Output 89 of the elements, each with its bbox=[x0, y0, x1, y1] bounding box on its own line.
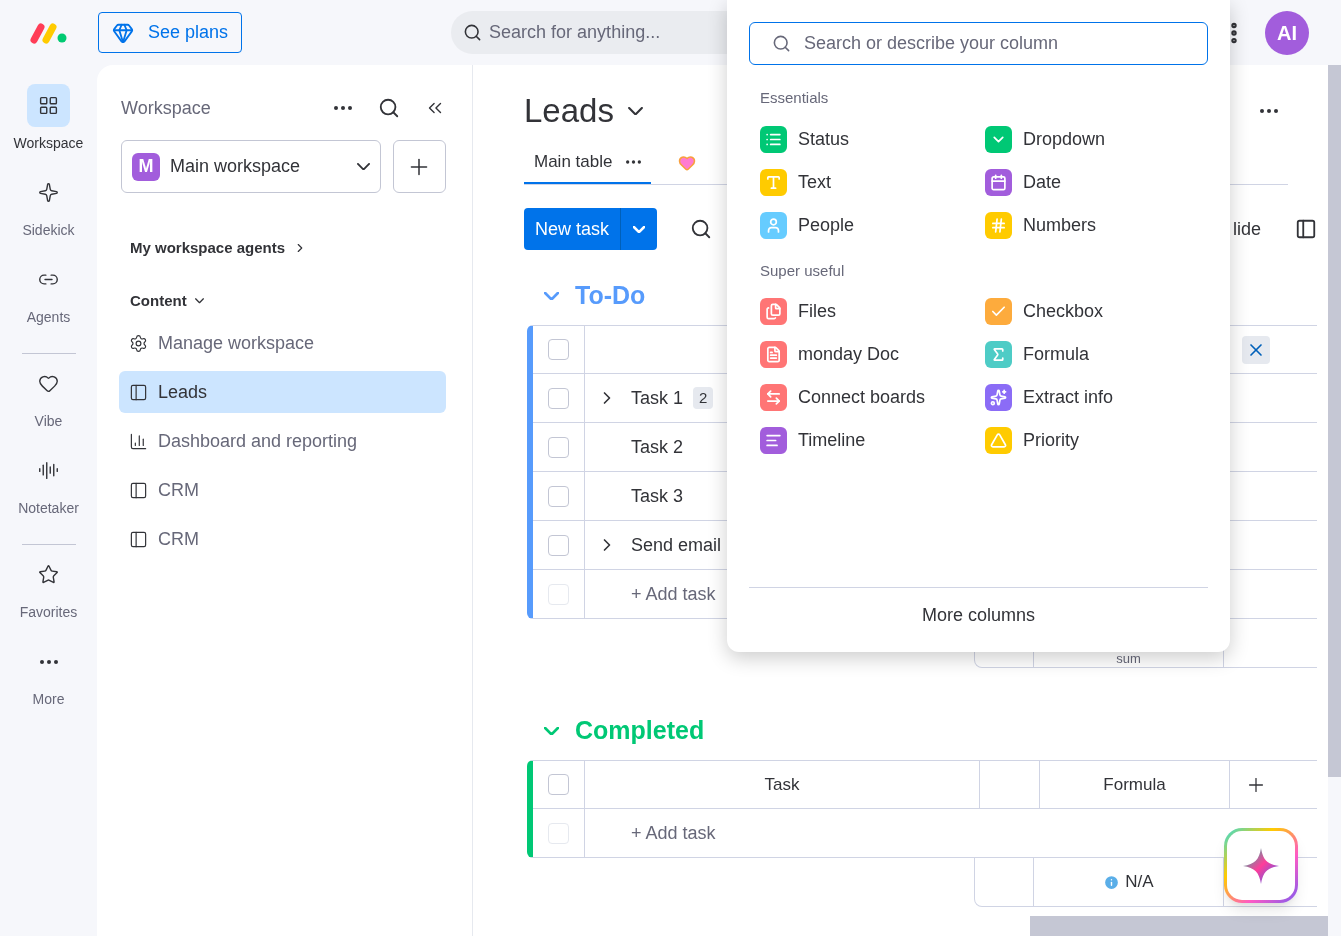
rail-item[interactable]: Workspace bbox=[3, 84, 94, 171]
search-field[interactable]: Search or describe your column bbox=[749, 22, 1208, 65]
board-icon bbox=[129, 382, 148, 402]
more-icon bbox=[39, 659, 58, 664]
board-icon bbox=[129, 529, 148, 549]
column-type-option[interactable]: Files bbox=[760, 290, 985, 333]
rail-item[interactable]: Vibe bbox=[3, 362, 94, 449]
sidebar-item[interactable]: Manage workspace bbox=[119, 322, 446, 364]
chart-icon bbox=[129, 431, 148, 451]
task-name[interactable]: Send email bbox=[631, 531, 722, 559]
rail-item[interactable]: Notetaker bbox=[3, 449, 94, 536]
settings-icon bbox=[129, 333, 148, 353]
task-name[interactable]: Task 2 bbox=[631, 433, 684, 461]
checkbox[interactable] bbox=[548, 485, 569, 507]
add-task-field[interactable]: + Add task bbox=[631, 819, 716, 847]
search-icon[interactable] bbox=[378, 97, 400, 119]
checkbox[interactable] bbox=[548, 774, 569, 795]
more-icon[interactable] bbox=[334, 106, 352, 110]
task-name[interactable]: Task 3 bbox=[631, 482, 684, 510]
column-type-option[interactable]: Connect boards bbox=[760, 376, 985, 419]
rail-item[interactable]: More bbox=[3, 640, 94, 727]
star-icon bbox=[38, 564, 59, 585]
column-type-option[interactable]: Checkbox bbox=[985, 290, 1208, 333]
sidebar-item[interactable]: CRM bbox=[119, 469, 446, 511]
column-type-option[interactable]: Numbers bbox=[985, 203, 1208, 247]
grid-icon bbox=[38, 95, 59, 116]
workspace-selector[interactable]: M Main workspace bbox=[121, 140, 381, 193]
checkbox[interactable] bbox=[548, 436, 569, 458]
section-title: Essentials bbox=[759, 88, 830, 108]
checkbox[interactable] bbox=[548, 339, 569, 360]
column-type-option[interactable]: monday Doc bbox=[760, 333, 985, 376]
column-header: Formula bbox=[1103, 773, 1166, 796]
toolbar-label[interactable]: lide bbox=[1232, 215, 1261, 243]
sidebar-title: Workspace bbox=[121, 96, 211, 120]
board-title[interactable]: Leads bbox=[524, 86, 614, 136]
sidebar-item[interactable]: CRM bbox=[119, 518, 446, 560]
column-type-option[interactable]: Extract info bbox=[985, 376, 1208, 419]
board-icon bbox=[129, 480, 148, 500]
column-type-option[interactable]: Formula bbox=[985, 333, 1208, 376]
rail-item[interactable]: Favorites bbox=[3, 553, 94, 640]
column-type-option[interactable]: Text bbox=[760, 160, 985, 204]
column-type-option[interactable]: Dropdown bbox=[985, 117, 1208, 161]
rail-item[interactable]: Sidekick bbox=[3, 171, 94, 258]
subitem-count: 2 bbox=[693, 386, 714, 410]
search-icon[interactable] bbox=[690, 218, 713, 240]
chevron-down-icon[interactable] bbox=[627, 106, 643, 116]
panel-icon[interactable] bbox=[1295, 218, 1317, 240]
column-type-option[interactable]: People bbox=[760, 203, 985, 247]
search-icon bbox=[463, 23, 483, 42]
column-type-option[interactable]: Timeline bbox=[760, 419, 985, 462]
add-button[interactable] bbox=[392, 140, 446, 193]
column-type-option[interactable]: Priority bbox=[985, 419, 1208, 462]
add-task-field[interactable]: + Add task bbox=[631, 580, 716, 608]
section-toggle[interactable]: Content bbox=[130, 289, 204, 312]
diamond-icon bbox=[112, 21, 134, 44]
summary-value: sum bbox=[1116, 652, 1141, 666]
checkbox[interactable] bbox=[548, 534, 569, 556]
column-header: Task bbox=[764, 773, 800, 796]
ai-assistant-button[interactable] bbox=[1224, 828, 1298, 903]
checkbox[interactable] bbox=[548, 387, 569, 409]
see-plans-button[interactable]: See plans bbox=[98, 12, 243, 53]
info-icon bbox=[1103, 873, 1121, 891]
more-columns-button[interactable]: More columns bbox=[749, 588, 1208, 642]
logo-icon[interactable] bbox=[29, 20, 69, 45]
close-button[interactable] bbox=[1242, 335, 1270, 364]
sidebar-item[interactable]: Leads bbox=[119, 371, 446, 413]
rail-item[interactable]: Agents bbox=[3, 258, 94, 345]
chevron-down-icon bbox=[194, 298, 204, 304]
user-avatar[interactable]: AI bbox=[1265, 10, 1309, 55]
search-icon bbox=[772, 34, 791, 53]
chevron-down-icon bbox=[633, 225, 646, 233]
sidebar-item[interactable]: Dashboard and reporting bbox=[119, 420, 446, 462]
column-type-option[interactable]: Status bbox=[760, 117, 985, 161]
section-title: Super useful bbox=[759, 260, 846, 281]
chevron-down-icon bbox=[356, 162, 370, 171]
workspace-avatar: M bbox=[132, 152, 160, 181]
view-tab[interactable]: Main table bbox=[524, 142, 652, 184]
task-name[interactable]: Task 1 bbox=[631, 384, 684, 412]
more-icon[interactable] bbox=[1260, 109, 1278, 113]
more-icon bbox=[626, 160, 642, 164]
scrollbar[interactable] bbox=[1030, 916, 1328, 936]
scrollbar[interactable] bbox=[1328, 65, 1341, 777]
sparkle-icon bbox=[38, 182, 59, 203]
agents-link[interactable]: My workspace agents bbox=[130, 237, 308, 260]
heart-icon bbox=[38, 373, 59, 394]
audio-wave-icon bbox=[38, 460, 59, 481]
heart-icon[interactable] bbox=[678, 154, 697, 172]
column-type-option[interactable]: Date bbox=[985, 160, 1208, 204]
summary-value: N/A bbox=[1125, 871, 1154, 894]
